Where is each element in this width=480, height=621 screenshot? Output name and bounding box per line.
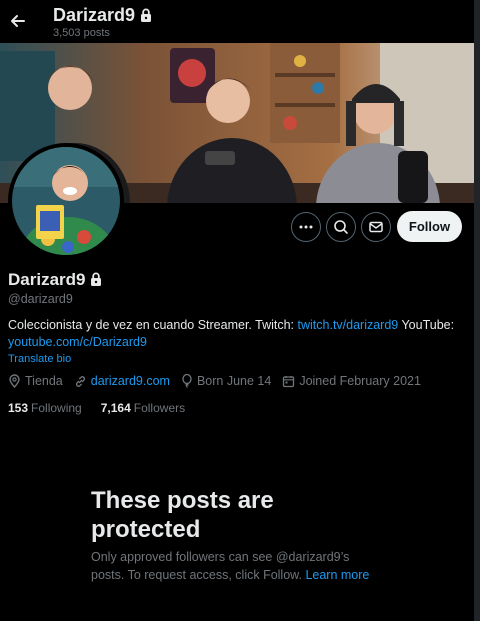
balloon-icon <box>182 374 192 388</box>
search-icon <box>334 220 348 234</box>
header-name: Darizard9 <box>53 5 136 25</box>
user-handle: @darizard9 <box>8 292 73 306</box>
location-icon <box>9 374 20 388</box>
profile-header: Darizard9 3,503 posts <box>0 0 474 43</box>
bio: Coleccionista y de vez en cuando Streame… <box>8 317 468 351</box>
followers-count: 7,164 <box>100 401 131 415</box>
page-right-border <box>474 0 480 621</box>
lock-icon <box>90 271 102 291</box>
location-item: Tienda <box>8 374 63 388</box>
learn-more-link[interactable]: Learn more <box>305 568 369 582</box>
link-icon <box>75 375 85 387</box>
twitch-link[interactable]: twitch.tv/darizard9 <box>298 318 399 332</box>
arrow-left-icon <box>11 15 25 27</box>
following-label: Following <box>31 401 82 415</box>
followers-label: Followers <box>133 401 186 415</box>
translate-bio-link[interactable]: Translate bio <box>8 353 71 365</box>
header-title: Darizard9 <box>53 5 152 27</box>
more-icon <box>299 225 313 229</box>
avatar-image <box>12 147 120 255</box>
protected-title: These posts are protected <box>91 487 274 543</box>
display-name-text: Darizard9 <box>8 270 86 289</box>
follow-button[interactable]: Follow <box>397 211 462 242</box>
birthday-item: Born June 14 <box>181 374 271 388</box>
website-item: darizard9.com <box>74 374 170 388</box>
more-button[interactable] <box>291 212 321 242</box>
follow-counts: 153 Following 7,164 Followers <box>8 401 204 415</box>
joined-item: Joined February 2021 <box>282 374 421 388</box>
back-button[interactable] <box>8 10 28 32</box>
calendar-icon <box>283 375 295 387</box>
youtube-link[interactable]: youtube.com/c/Darizard9 <box>8 335 147 349</box>
search-button[interactable] <box>326 212 356 242</box>
following-link[interactable]: 153 Following <box>8 401 82 415</box>
birthday-text: Born June 14 <box>196 374 272 388</box>
website-link[interactable]: darizard9.com <box>91 374 170 388</box>
followers-link[interactable]: 7,164 Followers <box>101 401 185 415</box>
bio-text: Coleccionista y de vez en cuando Streame… <box>8 318 298 332</box>
protected-message: Only approved followers can see @darizar… <box>91 548 381 584</box>
following-count: 153 <box>8 401 29 415</box>
profile-avatar[interactable] <box>8 143 124 259</box>
profile-meta: Tienda darizard9.com Born June 14 Joined… <box>8 374 432 388</box>
bio-mid: YouTube: <box>398 318 455 332</box>
posts-count: 3,503 posts <box>53 27 110 39</box>
joined-text: Joined February 2021 <box>299 374 421 388</box>
display-name: Darizard9 <box>8 270 102 291</box>
message-button[interactable] <box>361 212 391 242</box>
location-text: Tienda <box>25 374 63 388</box>
lock-icon <box>140 6 152 27</box>
message-icon <box>369 221 383 233</box>
